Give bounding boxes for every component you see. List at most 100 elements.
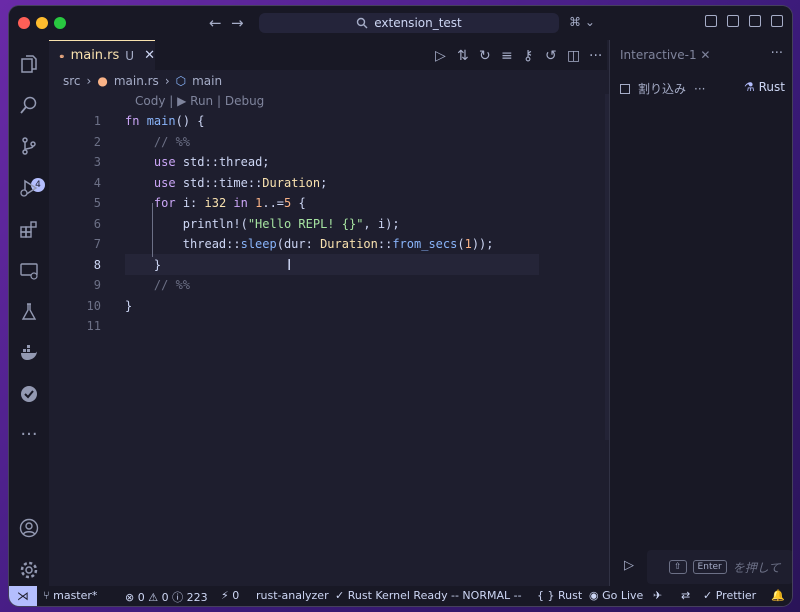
execute-run-icon[interactable]: ▷ xyxy=(624,558,634,573)
split-editor-icon[interactable]: ◫ xyxy=(567,48,580,64)
sync-icon[interactable]: ↻ xyxy=(479,48,491,64)
more-actions-icon[interactable]: ··· xyxy=(589,48,602,64)
line-number: 7 xyxy=(93,237,101,251)
editor-tab-bar: main.rs U ✕ ▷ ⇅ ↻ ≡ ⚷ ↺ ◫ ··· xyxy=(49,40,607,70)
go-live-button[interactable]: ◉ Go Live xyxy=(589,589,643,602)
docker-icon[interactable] xyxy=(18,343,40,365)
vscode-window: ← → extension_test ⌘ ⌄ 4 ··· main.rs U ✕… xyxy=(9,6,792,606)
code-line[interactable]: use std::time::Duration; xyxy=(125,176,327,190)
code-line[interactable]: for i: i32 in 1..=5 { xyxy=(125,196,306,210)
vim-mode: -- NORMAL -- xyxy=(451,589,522,602)
line-number: 5 xyxy=(93,196,101,210)
breadcrumb-folder[interactable]: src xyxy=(63,74,81,88)
restart-icon[interactable]: ↺ xyxy=(545,48,557,64)
code-line[interactable]: } xyxy=(125,258,161,272)
search-label: extension_test xyxy=(374,16,462,30)
bell-icon[interactable]: 🔔 xyxy=(771,589,785,602)
chevron-right-icon: › xyxy=(164,74,170,88)
line-number: 8 xyxy=(93,257,101,272)
compare-changes-icon[interactable]: ⇅ xyxy=(457,48,469,64)
interactive-panel: Interactive-1 ✕ ··· 割り込み ··· ⚗ Rust ▷ ⇧ … xyxy=(609,40,792,586)
code-line[interactable]: // %% xyxy=(125,135,190,149)
source-control-icon[interactable] xyxy=(18,136,40,158)
problems-indicator[interactable]: ⊗ 0 ⚠ 0 ⓘ 223 xyxy=(125,589,208,605)
copilot-icon[interactable]: ⌘ ⌄ xyxy=(569,15,595,29)
line-number: 1 xyxy=(93,114,101,128)
activity-bar: 4 ··· xyxy=(9,40,49,586)
branch-indicator[interactable]: ⑂ master* xyxy=(43,589,97,602)
tab-status-badge: U xyxy=(125,48,135,63)
toggle-secondary-sidebar-icon[interactable] xyxy=(771,15,783,27)
code-line[interactable]: // %% xyxy=(125,278,190,292)
language-mode[interactable]: { } Rust xyxy=(537,589,582,602)
line-number: 6 xyxy=(93,216,101,231)
repl-input[interactable]: ⇧ Enter を押して xyxy=(647,550,792,584)
code-line[interactable]: println!("Hello REPL! {}", i); xyxy=(125,217,400,231)
settings-gear-icon[interactable] xyxy=(18,560,40,582)
more-button[interactable]: ··· xyxy=(694,82,705,96)
format-lines-icon[interactable]: ≡ xyxy=(501,48,513,64)
line-number: 4 xyxy=(93,175,101,190)
line-number: 11 xyxy=(86,319,101,333)
toggle-panel-icon[interactable] xyxy=(749,15,761,27)
minimize-window-button[interactable] xyxy=(36,17,48,29)
flask-icon: ⚗ xyxy=(744,80,755,94)
tab-interactive[interactable]: Interactive-1 ✕ xyxy=(620,48,710,62)
forward-arrow-icon[interactable]: → xyxy=(231,14,244,32)
chevron-right-icon: › xyxy=(86,74,92,88)
close-tab-icon[interactable]: ✕ xyxy=(144,48,155,63)
symbol-cube-icon: ⬡ xyxy=(175,74,187,88)
customize-layout-icon[interactable] xyxy=(705,15,717,27)
breadcrumb-file[interactable]: main.rs xyxy=(114,74,159,88)
input-hint: を押して xyxy=(732,560,781,575)
tab-main-rs[interactable]: main.rs U ✕ xyxy=(49,40,155,70)
line-number: 3 xyxy=(93,155,101,169)
breadcrumb-symbol[interactable]: main xyxy=(192,74,222,88)
remote-indicator[interactable]: ⋊ xyxy=(9,586,37,606)
more-views-icon[interactable]: ··· xyxy=(18,424,40,446)
current-line-highlight xyxy=(125,254,539,275)
breadcrumb: src › ● main.rs › ⬡ main xyxy=(49,70,607,92)
shift-key-hint: ⇧ xyxy=(669,560,687,574)
feedback-icon[interactable]: ⇄ xyxy=(681,589,690,602)
interrupt-button[interactable]: 割り込み xyxy=(638,80,686,97)
code-line[interactable]: thread::sleep(dur: Duration::from_secs(1… xyxy=(125,237,494,251)
remote-explorer-icon[interactable] xyxy=(18,261,40,283)
more-actions-icon[interactable]: ··· xyxy=(771,46,783,61)
code-line[interactable]: fn main() { xyxy=(125,114,205,128)
search-view-icon[interactable] xyxy=(18,95,40,117)
run-debug-icon[interactable] xyxy=(18,178,40,200)
codelens[interactable]: Cody | ▶ Run | Debug xyxy=(135,94,264,108)
code-editor[interactable]: Cody | ▶ Run | Debug 1 fn main() {2 // %%… xyxy=(49,92,607,586)
close-window-button[interactable] xyxy=(18,17,30,29)
kernel-label: Rust xyxy=(758,80,785,94)
explorer-icon[interactable] xyxy=(18,54,40,76)
notification-icon[interactable]: ✈ xyxy=(653,589,662,602)
interrupt-square-icon xyxy=(620,83,630,94)
maximize-window-button[interactable] xyxy=(54,17,66,29)
prettier-status[interactable]: ✓ Prettier xyxy=(703,589,756,602)
line-number: 9 xyxy=(93,278,101,292)
back-arrow-icon[interactable]: ← xyxy=(209,14,222,32)
run-icon[interactable]: ▷ xyxy=(435,48,446,64)
extensions-icon[interactable] xyxy=(18,219,40,241)
search-icon xyxy=(357,17,368,29)
panel-toolbar: 割り込み ··· xyxy=(620,80,705,97)
enter-key-hint: Enter xyxy=(692,560,727,574)
code-line[interactable]: use std::thread; xyxy=(125,155,270,169)
kernel-selector[interactable]: ⚗ Rust xyxy=(744,80,785,94)
command-center-search[interactable]: extension_test xyxy=(259,13,559,33)
line-number: 10 xyxy=(86,298,101,313)
key-icon[interactable]: ⚷ xyxy=(523,48,533,64)
ports-indicator[interactable]: ⚡ 0 xyxy=(221,589,239,602)
toggle-sidebar-icon[interactable] xyxy=(727,15,739,27)
text-cursor-icon: I xyxy=(287,256,292,274)
checkmark-circle-icon[interactable] xyxy=(18,384,40,406)
rust-crab-icon: ● xyxy=(97,74,108,88)
testing-flask-icon[interactable] xyxy=(18,302,40,324)
tab-label: main.rs xyxy=(70,48,120,63)
rust-analyzer-status[interactable]: rust-analyzer xyxy=(256,589,329,602)
kernel-status[interactable]: ✓ Rust Kernel Ready xyxy=(335,589,448,602)
account-icon[interactable] xyxy=(18,518,40,540)
code-line[interactable]: } xyxy=(125,299,132,313)
